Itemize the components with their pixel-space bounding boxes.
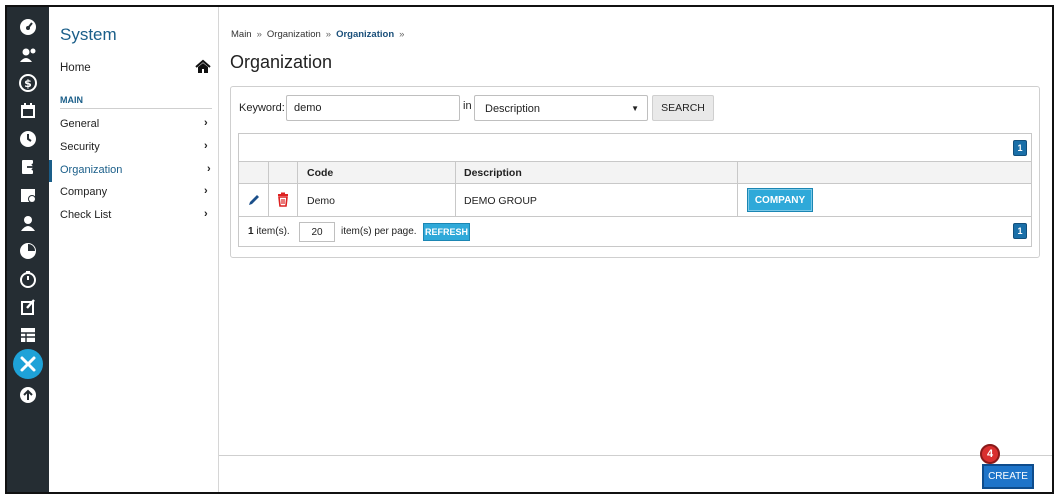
- sidebar-title: System: [60, 25, 117, 44]
- grid-header-row: Code Description: [239, 162, 1031, 184]
- calendar-check-icon[interactable]: [18, 185, 38, 205]
- keyword-label: Keyword:: [239, 102, 285, 114]
- sidebar-item-label: Check List: [60, 209, 112, 221]
- chevron-right-icon: ›: [207, 163, 211, 175]
- tools-icon[interactable]: [13, 349, 43, 379]
- search-field-value: Description: [485, 103, 541, 115]
- person-icon[interactable]: [18, 213, 38, 233]
- sidebar-item-organization[interactable]: Organization ›: [49, 160, 214, 182]
- sidebar-item-security[interactable]: Security ›: [49, 137, 214, 159]
- sidebar-item-company[interactable]: Company ›: [49, 182, 214, 204]
- column-header-description[interactable]: Description: [464, 167, 522, 179]
- refresh-button[interactable]: REFRESH: [423, 223, 470, 241]
- sidebar-home-link[interactable]: Home: [60, 62, 91, 74]
- pencil-icon[interactable]: [247, 193, 261, 207]
- column-header-code[interactable]: Code: [307, 167, 333, 179]
- chevron-right-icon: ›: [204, 185, 208, 197]
- upload-icon[interactable]: [18, 385, 38, 405]
- company-button[interactable]: COMPANY: [747, 188, 813, 212]
- home-icon[interactable]: [195, 59, 211, 75]
- sidebar: System Home MAIN General › Security › Or…: [49, 7, 219, 492]
- svg-text:$: $: [24, 77, 32, 90]
- main-content: Main » Organization » Organization » Organiza…: [219, 7, 1052, 492]
- grid-pager-top: 1: [239, 134, 1031, 162]
- sidebar-item-label: Organization: [60, 164, 123, 176]
- create-button[interactable]: CREATE: [982, 464, 1034, 489]
- table-icon[interactable]: [18, 325, 38, 345]
- breadcrumb: Main » Organization » Organization »: [231, 29, 409, 40]
- grid-pager-bottom: 1 item(s). item(s) per page. REFRESH 1: [239, 217, 1031, 246]
- results-grid: 1 Code Description Demo DEMO GROUP COMPA…: [238, 133, 1032, 247]
- page-number-button[interactable]: 1: [1013, 140, 1027, 156]
- pie-chart-icon[interactable]: [18, 241, 38, 261]
- breadcrumb-separator: »: [399, 29, 405, 40]
- item-count: 1 item(s).: [248, 226, 290, 237]
- table-row: Demo DEMO GROUP COMPANY: [239, 184, 1031, 217]
- step-number-badge: 4: [980, 444, 1000, 464]
- search-panel: Keyword: in Description ▼ SEARCH 1 Code …: [230, 86, 1040, 258]
- calendar-icon[interactable]: [18, 101, 38, 121]
- sidebar-section-label: MAIN: [60, 95, 83, 105]
- sidebar-item-check-list[interactable]: Check List ›: [49, 205, 214, 227]
- edit-document-icon[interactable]: [18, 297, 38, 317]
- bottom-action-bar: CREATE 4: [219, 444, 1052, 492]
- column-divider: [737, 162, 738, 217]
- chevron-right-icon: ›: [204, 140, 208, 152]
- breadcrumb-separator: »: [325, 29, 332, 40]
- per-page-label: item(s) per page.: [341, 226, 417, 237]
- chevron-right-icon: ›: [204, 208, 208, 220]
- dashboard-icon[interactable]: [18, 17, 38, 37]
- trash-icon[interactable]: [276, 192, 290, 207]
- sidebar-item-label: General: [60, 118, 100, 130]
- dollar-icon[interactable]: $: [18, 73, 38, 93]
- document-export-icon[interactable]: [18, 157, 38, 177]
- item-count-suffix: item(s).: [253, 226, 290, 237]
- cell-description: DEMO GROUP: [464, 195, 537, 207]
- sidebar-item-label: Company: [60, 186, 108, 198]
- keyword-input[interactable]: [286, 95, 460, 121]
- search-button[interactable]: SEARCH: [652, 95, 714, 121]
- clock-icon[interactable]: [18, 129, 38, 149]
- breadcrumb-item[interactable]: Organization: [267, 29, 321, 40]
- page-title: Organization: [230, 52, 333, 72]
- users-icon[interactable]: [18, 45, 38, 65]
- column-divider: [268, 162, 269, 217]
- sidebar-divider: [60, 108, 212, 109]
- icon-rail: $: [7, 7, 49, 492]
- breadcrumb-item[interactable]: Main: [231, 29, 252, 40]
- in-label: in: [463, 100, 472, 112]
- timer-icon[interactable]: [18, 269, 38, 289]
- chevron-right-icon: ›: [204, 117, 208, 129]
- column-divider: [455, 162, 456, 217]
- breadcrumb-current: Organization: [336, 29, 395, 40]
- caret-down-icon: ▼: [631, 104, 639, 113]
- per-page-input[interactable]: [299, 222, 335, 242]
- cell-code: Demo: [307, 195, 336, 207]
- sidebar-item-label: Security: [60, 141, 100, 153]
- search-field-select[interactable]: Description ▼: [474, 95, 648, 121]
- page-number-button[interactable]: 1: [1013, 223, 1027, 239]
- breadcrumb-separator: »: [256, 29, 262, 40]
- sidebar-item-general[interactable]: General ›: [49, 114, 214, 136]
- app-frame: $ System Home MAIN General › Security › …: [5, 5, 1054, 494]
- column-divider: [297, 162, 298, 217]
